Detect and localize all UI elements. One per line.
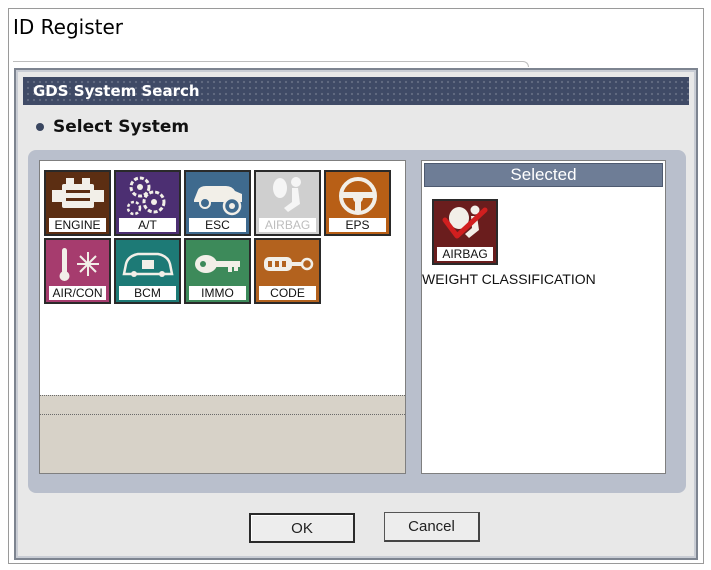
system-button-at[interactable]: A/T bbox=[114, 170, 181, 236]
system-label: AIR/CON bbox=[49, 286, 106, 300]
system-button-eps[interactable]: EPS bbox=[324, 170, 391, 236]
systems-grid: ENGINE A/T ESC AIRBAG EPS AIR/CON BCM IM… bbox=[44, 170, 393, 305]
background-panel-edge bbox=[13, 61, 529, 67]
system-label: IMMO bbox=[189, 286, 246, 300]
system-label: AIRBAG bbox=[259, 218, 316, 232]
page-title: ID Register bbox=[13, 15, 123, 39]
id-register-window: ID Register GDS System Search Select Sys… bbox=[8, 8, 704, 564]
cancel-button[interactable]: Cancel bbox=[384, 512, 480, 542]
system-label: BCM bbox=[119, 286, 176, 300]
system-button-immo[interactable]: IMMO bbox=[184, 238, 251, 304]
system-label: EPS bbox=[329, 218, 386, 232]
engine-icon bbox=[46, 172, 109, 220]
steering-wheel-icon bbox=[326, 172, 389, 220]
code-key-icon bbox=[256, 240, 319, 288]
bcm-car-icon bbox=[116, 240, 179, 288]
system-label: CODE bbox=[259, 286, 316, 300]
aircon-icon bbox=[46, 240, 109, 288]
airbag-check-icon bbox=[434, 201, 496, 247]
system-button-engine[interactable]: ENGINE bbox=[44, 170, 111, 236]
systems-list: ENGINE A/T ESC AIRBAG EPS AIR/CON BCM IM… bbox=[39, 160, 406, 474]
system-button-bcm[interactable]: BCM bbox=[114, 238, 181, 304]
selected-item-description: WEIGHT CLASSIFICATION bbox=[422, 271, 596, 287]
dialog-titlebar[interactable]: GDS System Search bbox=[23, 77, 689, 105]
car-brake-icon bbox=[186, 172, 249, 220]
section-label: Select System bbox=[36, 117, 189, 137]
search-panel: ENGINE A/T ESC AIRBAG EPS AIR/CON BCM IM… bbox=[28, 150, 686, 493]
system-button-esc[interactable]: ESC bbox=[184, 170, 251, 236]
section-label-text: Select System bbox=[53, 117, 190, 137]
system-label: ESC bbox=[189, 218, 246, 232]
bullet-icon bbox=[36, 123, 44, 131]
selected-header: Selected bbox=[424, 163, 663, 187]
key-icon bbox=[186, 240, 249, 288]
gds-system-search-dialog: GDS System Search Select System ENGINE A… bbox=[14, 68, 698, 560]
selected-item-airbag[interactable]: AIRBAG bbox=[432, 199, 498, 265]
gears-icon bbox=[116, 172, 179, 220]
status-strip bbox=[40, 395, 405, 473]
system-button-code[interactable]: CODE bbox=[254, 238, 321, 304]
airbag-icon bbox=[256, 172, 319, 220]
selected-item-label: AIRBAG bbox=[437, 247, 493, 261]
system-label: ENGINE bbox=[49, 218, 106, 232]
selected-list: Selected AIRBAG WEIGHT CLASSIFICATION bbox=[421, 160, 666, 474]
divider bbox=[40, 414, 405, 415]
system-label: A/T bbox=[119, 218, 176, 232]
ok-button[interactable]: OK bbox=[249, 513, 355, 543]
system-button-aircon[interactable]: AIR/CON bbox=[44, 238, 111, 304]
system-button-airbag[interactable]: AIRBAG bbox=[254, 170, 321, 236]
